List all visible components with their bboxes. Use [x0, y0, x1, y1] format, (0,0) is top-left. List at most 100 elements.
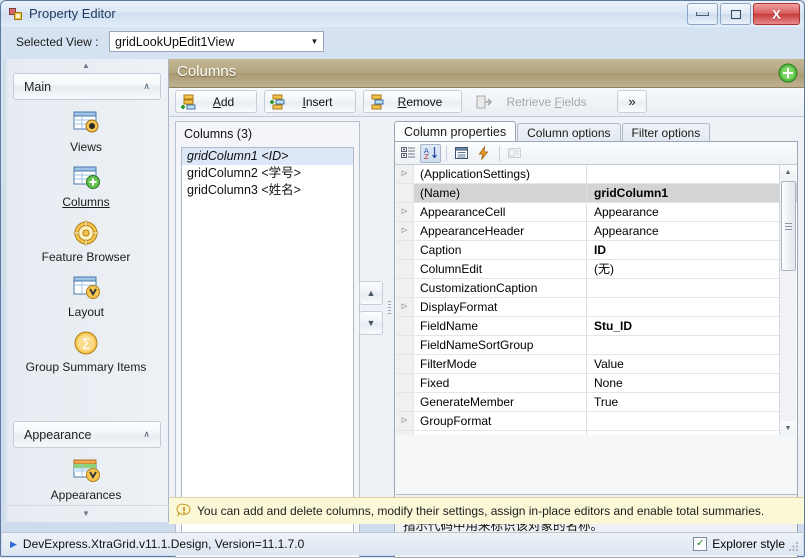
property-value[interactable]: Stu_ID: [587, 317, 797, 335]
columns-listbox[interactable]: gridColumn1 <ID> gridColumn2 <学号> gridCo…: [181, 147, 354, 551]
sidebar-group-main[interactable]: Main ∧: [13, 73, 161, 100]
table-row[interactable]: ▷ GroupFormat: [396, 412, 797, 431]
table-row[interactable]: CustomizationCaption: [396, 279, 797, 298]
table-row[interactable]: GroupIndex -1: [396, 431, 797, 435]
scroll-up-icon[interactable]: ▲: [780, 165, 796, 179]
sidebar-item-columns[interactable]: Columns: [3, 164, 169, 209]
toolbar: Add Insert Remove Retrieve Fields »: [169, 88, 804, 117]
table-row[interactable]: ▷ (ApplicationSettings): [396, 165, 797, 184]
property-value[interactable]: [587, 412, 797, 430]
chevron-down-icon[interactable]: ▼: [306, 32, 323, 51]
add-button-label: Add: [212, 94, 235, 109]
property-value[interactable]: Appearance: [587, 222, 797, 240]
minimize-button[interactable]: [687, 3, 718, 25]
expand-triangle-icon[interactable]: ▶: [10, 539, 17, 550]
table-row[interactable]: Fixed None: [396, 374, 797, 393]
retrieve-fields-button[interactable]: Retrieve Fields: [469, 90, 609, 113]
row-indent: [396, 374, 414, 392]
property-name: FieldName: [414, 317, 587, 335]
chevron-up-icon: ▲: [366, 288, 376, 298]
table-row[interactable]: FilterMode Value: [396, 355, 797, 374]
table-row[interactable]: ▷ AppearanceHeader Appearance: [396, 222, 797, 241]
restore-button[interactable]: [720, 3, 751, 25]
sort-az-icon: A Z: [424, 147, 437, 160]
property-grid-scrollbar[interactable]: ▲ ▼: [779, 165, 796, 435]
panel-splitter[interactable]: [388, 299, 392, 329]
tab-column-options[interactable]: Column options: [517, 123, 621, 142]
property-value[interactable]: Value: [587, 355, 797, 373]
sidebar-item-layout[interactable]: Layout: [3, 274, 169, 319]
list-item[interactable]: gridColumn2 <学号>: [182, 165, 353, 182]
table-row[interactable]: FieldName Stu_ID: [396, 317, 797, 336]
sidebar-scroll-up-icon[interactable]: ▲: [3, 60, 169, 71]
sidebar-scroll-down-icon[interactable]: ▼: [3, 505, 169, 520]
tab-body: A Z ▷ (ApplicationSettings) (Name) gridC…: [394, 141, 798, 558]
hint-bar: You can add and delete columns, modify t…: [169, 497, 804, 524]
expand-icon[interactable]: ▷: [396, 203, 414, 221]
table-row[interactable]: Caption ID: [396, 241, 797, 260]
expand-icon[interactable]: ▷: [396, 298, 414, 316]
property-value[interactable]: gridColumn1: [587, 184, 797, 202]
expand-icon[interactable]: ▷: [396, 222, 414, 240]
scrollbar-thumb[interactable]: [781, 181, 796, 271]
table-row[interactable]: GenerateMember True: [396, 393, 797, 412]
sidebar-item-appearances[interactable]: Appearances: [3, 457, 169, 502]
property-grid[interactable]: ▷ (ApplicationSettings) (Name) gridColum…: [396, 165, 797, 435]
sidebar-item-group-summary-items[interactable]: Σ Group Summary Items: [3, 329, 169, 374]
property-name: GenerateMember: [414, 393, 587, 411]
sidebar-group-appearance[interactable]: Appearance ∧: [13, 421, 161, 448]
table-row[interactable]: FieldNameSortGroup: [396, 336, 797, 355]
row-indent: [396, 355, 414, 373]
green-add-icon[interactable]: [778, 63, 798, 83]
expand-icon[interactable]: ▷: [396, 165, 414, 183]
property-pages-icon: [508, 148, 521, 158]
property-value[interactable]: Appearance: [587, 203, 797, 221]
close-icon: X: [772, 6, 781, 22]
property-name: AppearanceHeader: [414, 222, 587, 240]
remove-button[interactable]: Remove: [363, 90, 462, 113]
table-row[interactable]: ▷ DisplayFormat: [396, 298, 797, 317]
selected-view-combobox[interactable]: gridLookUpEdit1View ▼: [109, 31, 324, 52]
move-down-button[interactable]: ▼: [359, 311, 383, 335]
explorer-style-checkbox[interactable]: ✓ Explorer style: [693, 537, 785, 551]
sidebar-item-feature-browser[interactable]: Feature Browser: [3, 219, 169, 264]
expand-icon[interactable]: ▷: [396, 412, 414, 430]
property-name: Fixed: [414, 374, 587, 392]
tab-filter-options[interactable]: Filter options: [621, 123, 711, 142]
property-value[interactable]: [587, 298, 797, 316]
list-item[interactable]: gridColumn3 <姓名>: [182, 182, 353, 199]
add-button[interactable]: Add: [175, 90, 257, 113]
properties-button[interactable]: [451, 144, 472, 163]
alphabetical-sort-button[interactable]: A Z: [420, 143, 441, 163]
table-row[interactable]: ▷ AppearanceCell Appearance: [396, 203, 797, 222]
toolbar-overflow-button[interactable]: »: [617, 90, 647, 113]
checkbox-check-icon: ✓: [693, 537, 708, 551]
property-value[interactable]: (无): [587, 260, 797, 278]
status-text: DevExpress.XtraGrid.v11.1.Design, Versio…: [22, 537, 305, 551]
insert-button[interactable]: Insert: [264, 90, 356, 113]
table-row[interactable]: ColumnEdit (无): [396, 260, 797, 279]
property-name: DisplayFormat: [414, 298, 587, 316]
tab-column-properties[interactable]: Column properties: [394, 121, 517, 142]
resize-grip[interactable]: [788, 540, 800, 552]
close-button[interactable]: X: [753, 3, 800, 25]
property-value[interactable]: None: [587, 374, 797, 392]
list-item[interactable]: gridColumn1 <ID>: [182, 148, 353, 165]
sidebar-item-views[interactable]: Views: [3, 109, 169, 154]
lightning-icon: [478, 146, 489, 160]
toolbar-separator: [446, 145, 447, 161]
property-value[interactable]: [587, 165, 797, 183]
property-value[interactable]: True: [587, 393, 797, 411]
events-button[interactable]: [473, 144, 494, 163]
property-value[interactable]: [587, 336, 797, 354]
retrieve-fields-button-label: Retrieve Fields: [506, 94, 587, 109]
property-value[interactable]: -1: [587, 431, 797, 435]
move-up-button[interactable]: ▲: [359, 281, 383, 305]
property-value[interactable]: [587, 279, 797, 297]
property-name: ColumnEdit: [414, 260, 587, 278]
table-row[interactable]: (Name) gridColumn1: [396, 184, 797, 203]
property-name: FieldNameSortGroup: [414, 336, 587, 354]
property-value[interactable]: ID: [587, 241, 797, 259]
categorized-view-button[interactable]: [398, 144, 419, 163]
scroll-down-icon[interactable]: ▼: [780, 421, 796, 435]
